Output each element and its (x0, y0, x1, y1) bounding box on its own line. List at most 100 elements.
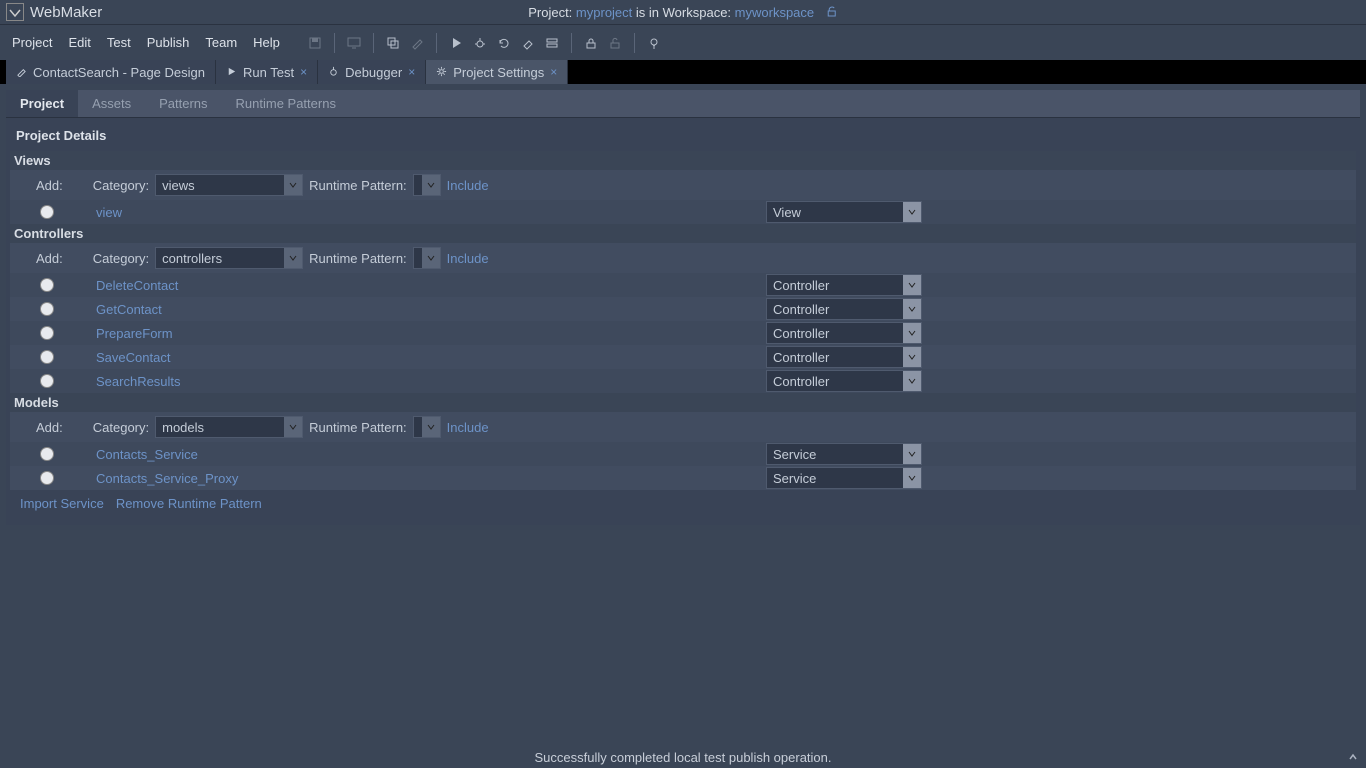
tab-debugger[interactable]: Debugger × (318, 60, 426, 84)
radio-button[interactable] (40, 471, 54, 485)
list-item: Contacts_Service Service (10, 442, 1356, 466)
item-type-select[interactable]: Controller (766, 274, 922, 296)
menu-test[interactable]: Test (99, 31, 139, 54)
section-models-header: Models (10, 393, 1356, 412)
chevron-down-icon (422, 175, 440, 195)
monitor-icon (343, 32, 365, 54)
project-name-link[interactable]: myproject (576, 5, 632, 20)
item-type-select[interactable]: Controller (766, 298, 922, 320)
chevron-down-icon (903, 275, 921, 295)
controllers-runtime-pattern-select[interactable] (413, 247, 441, 269)
models-category-select[interactable]: models (155, 416, 303, 438)
radio-button[interactable] (40, 350, 54, 364)
item-type-select[interactable]: Controller (766, 370, 922, 392)
select-value: Service (773, 447, 816, 462)
separator (334, 33, 335, 53)
controllers-category-select[interactable]: controllers (155, 247, 303, 269)
add-label: Add: (36, 178, 63, 193)
item-name-link[interactable]: SearchResults (96, 374, 181, 389)
refresh-icon[interactable] (493, 32, 515, 54)
radio-button[interactable] (40, 205, 54, 219)
tab-label: Project Settings (453, 65, 544, 80)
menu-team[interactable]: Team (197, 31, 245, 54)
unlock-toolbar-icon (604, 32, 626, 54)
close-icon[interactable]: × (550, 65, 557, 79)
menu-help[interactable]: Help (245, 31, 288, 54)
status-message: Successfully completed local test publis… (535, 750, 832, 765)
item-name-link[interactable]: view (96, 205, 122, 220)
include-link[interactable]: Include (447, 420, 489, 435)
tab-project-settings[interactable]: Project Settings × (426, 60, 568, 84)
lightbulb-icon[interactable] (643, 32, 665, 54)
subtab-runtime-patterns[interactable]: Runtime Patterns (222, 90, 350, 117)
views-runtime-pattern-select[interactable] (413, 174, 441, 196)
subtab-patterns[interactable]: Patterns (145, 90, 221, 117)
subtab-project[interactable]: Project (6, 90, 78, 117)
menu-publish[interactable]: Publish (139, 31, 198, 54)
play-icon[interactable] (445, 32, 467, 54)
workspace-name-link[interactable]: myworkspace (735, 5, 814, 20)
eraser-icon[interactable] (517, 32, 539, 54)
select-value: controllers (162, 251, 222, 266)
chevron-down-icon (903, 323, 921, 343)
item-name-link[interactable]: SaveContact (96, 350, 170, 365)
bug-icon[interactable] (469, 32, 491, 54)
item-type-select[interactable]: Service (766, 443, 922, 465)
select-value: Controller (773, 278, 829, 293)
chevron-up-icon[interactable] (1348, 750, 1358, 765)
item-type-select[interactable]: Service (766, 467, 922, 489)
separator (634, 33, 635, 53)
item-name-link[interactable]: Contacts_Service (96, 447, 198, 462)
copy-icon[interactable] (382, 32, 404, 54)
item-type-select[interactable]: View (766, 201, 922, 223)
list-item: view View (10, 200, 1356, 224)
import-service-link[interactable]: Import Service (20, 496, 104, 511)
tab-page-design[interactable]: ContactSearch - Page Design (6, 60, 216, 84)
remove-runtime-pattern-link[interactable]: Remove Runtime Pattern (116, 496, 262, 511)
radio-button[interactable] (40, 278, 54, 292)
subtab-assets[interactable]: Assets (78, 90, 145, 117)
tab-run-test[interactable]: Run Test × (216, 60, 318, 84)
project-panel: Project Details Views Add: Category: vie… (6, 118, 1360, 525)
include-link[interactable]: Include (447, 251, 489, 266)
panel-title: Project Details (10, 126, 1356, 151)
runtime-pattern-label: Runtime Pattern: (309, 251, 407, 266)
toolbar (304, 32, 665, 54)
separator (436, 33, 437, 53)
chevron-down-icon (284, 175, 302, 195)
item-name-link[interactable]: GetContact (96, 302, 162, 317)
close-icon[interactable]: × (408, 65, 415, 79)
save-icon (304, 32, 326, 54)
content-area: Project Assets Patterns Runtime Patterns… (0, 84, 1366, 746)
close-icon[interactable]: × (300, 65, 307, 79)
unlock-icon[interactable] (826, 5, 838, 20)
item-type-select[interactable]: Controller (766, 322, 922, 344)
item-name-link[interactable]: PrepareForm (96, 326, 173, 341)
chevron-down-icon (903, 468, 921, 488)
menubar: Project Edit Test Publish Team Help (0, 24, 1366, 60)
bug-icon (328, 65, 339, 80)
item-type-select[interactable]: Controller (766, 346, 922, 368)
radio-button[interactable] (40, 326, 54, 340)
include-link[interactable]: Include (447, 178, 489, 193)
list-item: Contacts_Service_Proxy Service (10, 466, 1356, 490)
radio-button[interactable] (40, 447, 54, 461)
brush-icon (406, 32, 428, 54)
list-item: DeleteContact Controller (10, 273, 1356, 297)
select-value: Controller (773, 374, 829, 389)
item-name-link[interactable]: DeleteContact (96, 278, 178, 293)
tab-label: ContactSearch - Page Design (33, 65, 205, 80)
server-icon[interactable] (541, 32, 563, 54)
separator (373, 33, 374, 53)
menu-project[interactable]: Project (4, 31, 60, 54)
radio-button[interactable] (40, 302, 54, 316)
gear-icon (436, 65, 447, 80)
radio-button[interactable] (40, 374, 54, 388)
chevron-down-icon (903, 444, 921, 464)
models-runtime-pattern-select[interactable] (413, 416, 441, 438)
menu-edit[interactable]: Edit (60, 31, 98, 54)
item-name-link[interactable]: Contacts_Service_Proxy (96, 471, 238, 486)
views-category-select[interactable]: views (155, 174, 303, 196)
app-title: WebMaker (30, 4, 102, 21)
lock-icon[interactable] (580, 32, 602, 54)
